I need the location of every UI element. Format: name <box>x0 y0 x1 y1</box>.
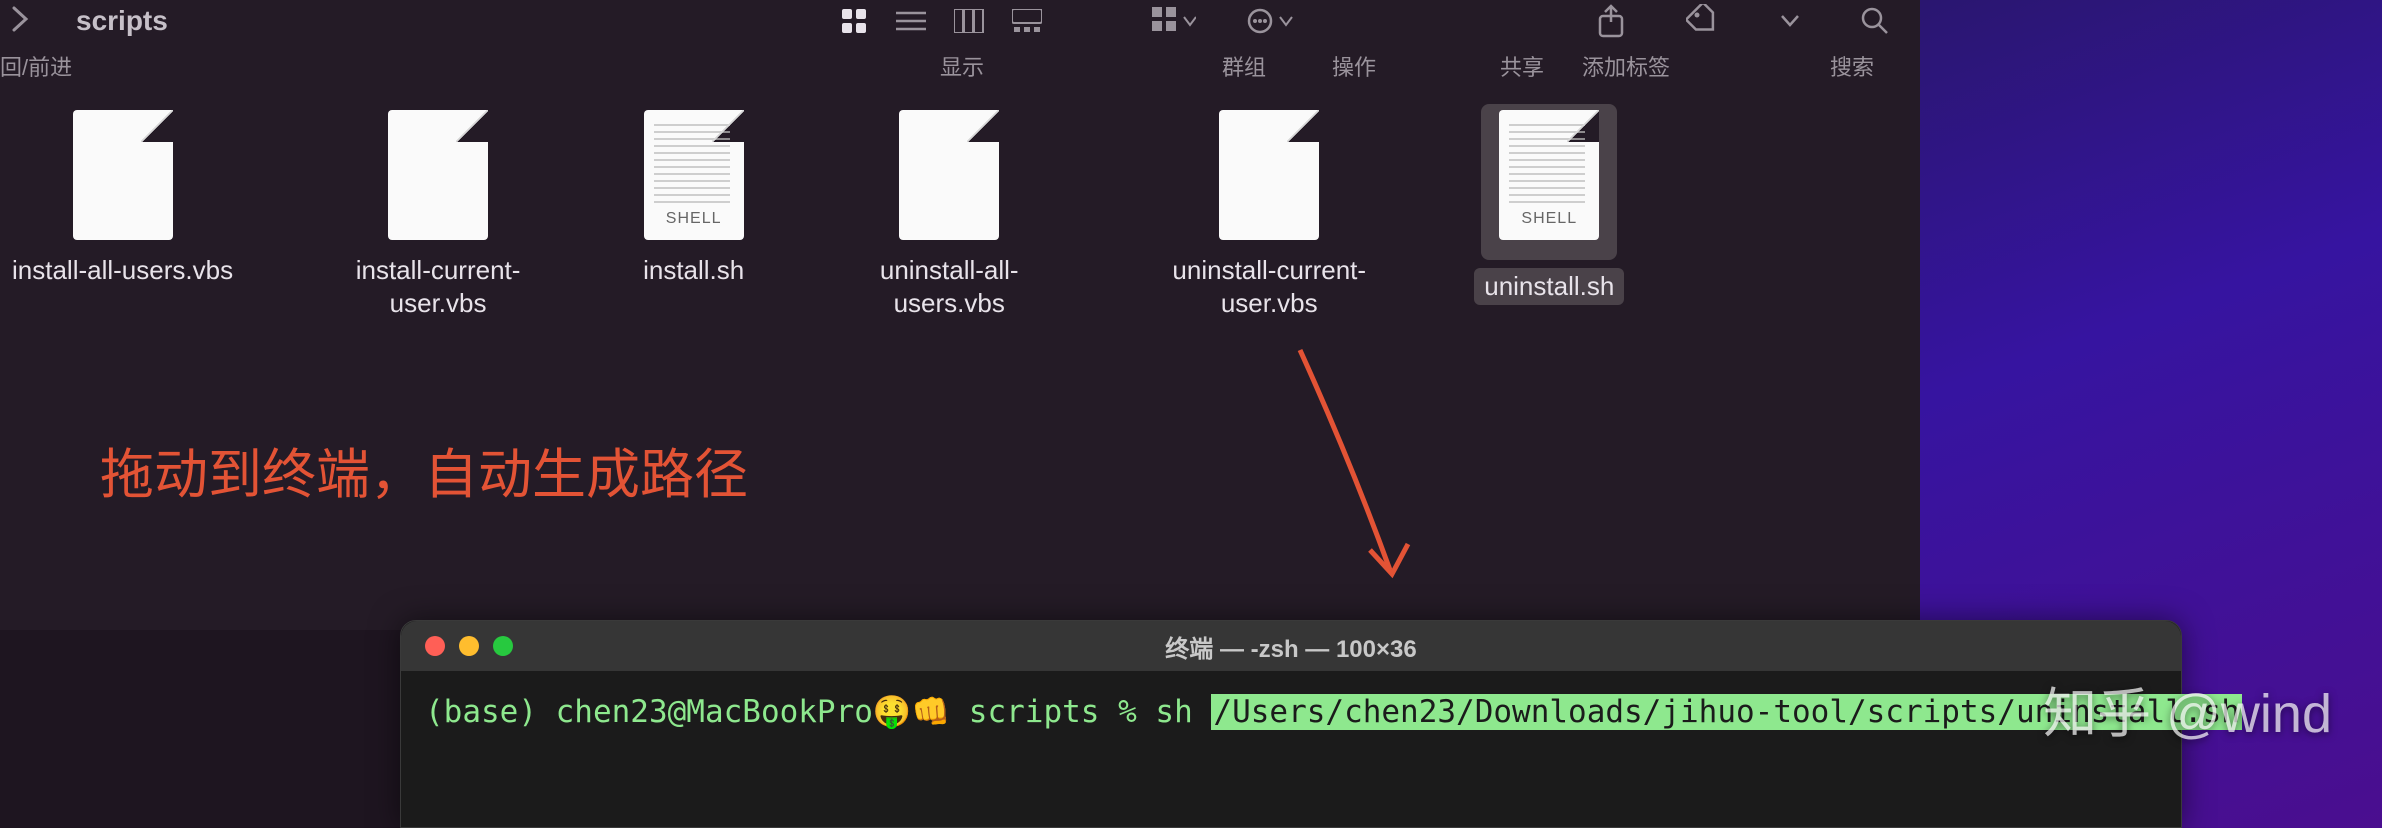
group-label: 群组 <box>1222 50 1266 82</box>
action-icon[interactable] <box>1246 7 1294 35</box>
view-label: 显示 <box>940 50 984 82</box>
file-icon <box>1219 110 1319 240</box>
toolbar-labels: 回/前进 显示 群组 操作 共享 添加标签 搜索 <box>0 50 1920 80</box>
file-name: uninstall-current-user.vbs <box>1154 254 1384 319</box>
column-view-icon[interactable] <box>954 9 984 33</box>
gallery-view-icon[interactable] <box>1012 9 1042 33</box>
forward-nav-icon[interactable] <box>10 4 30 39</box>
shell-badge: SHELL <box>1499 210 1599 228</box>
shell-file-icon: SHELL <box>644 110 744 240</box>
file-item[interactable]: uninstall-current-user.vbs <box>1154 110 1384 319</box>
file-name: install-all-users.vbs <box>12 254 233 287</box>
shell-file-icon: SHELL <box>1499 110 1599 240</box>
chevron-down-icon[interactable] <box>1780 14 1800 28</box>
share-label: 共享 <box>1500 50 1544 82</box>
maximize-button[interactable] <box>493 636 513 656</box>
group-icon[interactable] <box>1152 7 1196 35</box>
file-icon <box>73 110 173 240</box>
nav-label: 回/前进 <box>0 50 72 82</box>
terminal-prompt: (base) chen23@MacBookPro🤑👊 scripts % sh <box>425 694 1211 730</box>
minimize-button[interactable] <box>459 636 479 656</box>
file-item[interactable]: install-current-user.vbs <box>323 110 553 319</box>
search-label: 搜索 <box>1830 50 1874 82</box>
close-button[interactable] <box>425 636 445 656</box>
search-icon[interactable] <box>1860 6 1890 36</box>
file-icon <box>899 110 999 240</box>
finder-toolbar: scripts <box>0 0 1920 42</box>
tag-label: 添加标签 <box>1582 50 1670 82</box>
view-switcher[interactable] <box>840 7 1042 35</box>
file-name: uninstall-all-users.vbs <box>834 254 1064 319</box>
file-icon <box>388 110 488 240</box>
list-view-icon[interactable] <box>896 9 926 33</box>
terminal-titlebar[interactable]: 终端 — -zsh — 100×36 <box>401 621 2181 671</box>
icon-view-icon[interactable] <box>840 7 868 35</box>
file-item[interactable]: SHELL uninstall.sh <box>1474 110 1624 319</box>
file-grid: install-all-users.vbs install-current-use… <box>0 110 1624 319</box>
tag-icon[interactable] <box>1686 4 1720 38</box>
share-icon[interactable] <box>1596 4 1626 38</box>
file-name: uninstall.sh <box>1474 268 1624 305</box>
shell-badge: SHELL <box>644 210 744 228</box>
file-name: install.sh <box>643 254 744 287</box>
file-item[interactable]: SHELL install.sh <box>643 110 744 319</box>
file-name: install-current-user.vbs <box>323 254 553 319</box>
action-label: 操作 <box>1332 50 1376 82</box>
annotation-text: 拖动到终端，自动生成路径 <box>100 430 748 509</box>
file-item[interactable]: uninstall-all-users.vbs <box>834 110 1064 319</box>
terminal-window: 终端 — -zsh — 100×36 (base) chen23@MacBook… <box>400 620 2182 828</box>
folder-title: scripts <box>76 5 168 37</box>
file-item[interactable]: install-all-users.vbs <box>12 110 233 319</box>
watermark: 知乎 @wind <box>2043 669 2332 748</box>
finder-window: scripts <box>0 0 1920 630</box>
terminal-title: 终端 — -zsh — 100×36 <box>401 629 2181 664</box>
terminal-body[interactable]: (base) chen23@MacBookPro🤑👊 scripts % sh … <box>401 671 2181 752</box>
